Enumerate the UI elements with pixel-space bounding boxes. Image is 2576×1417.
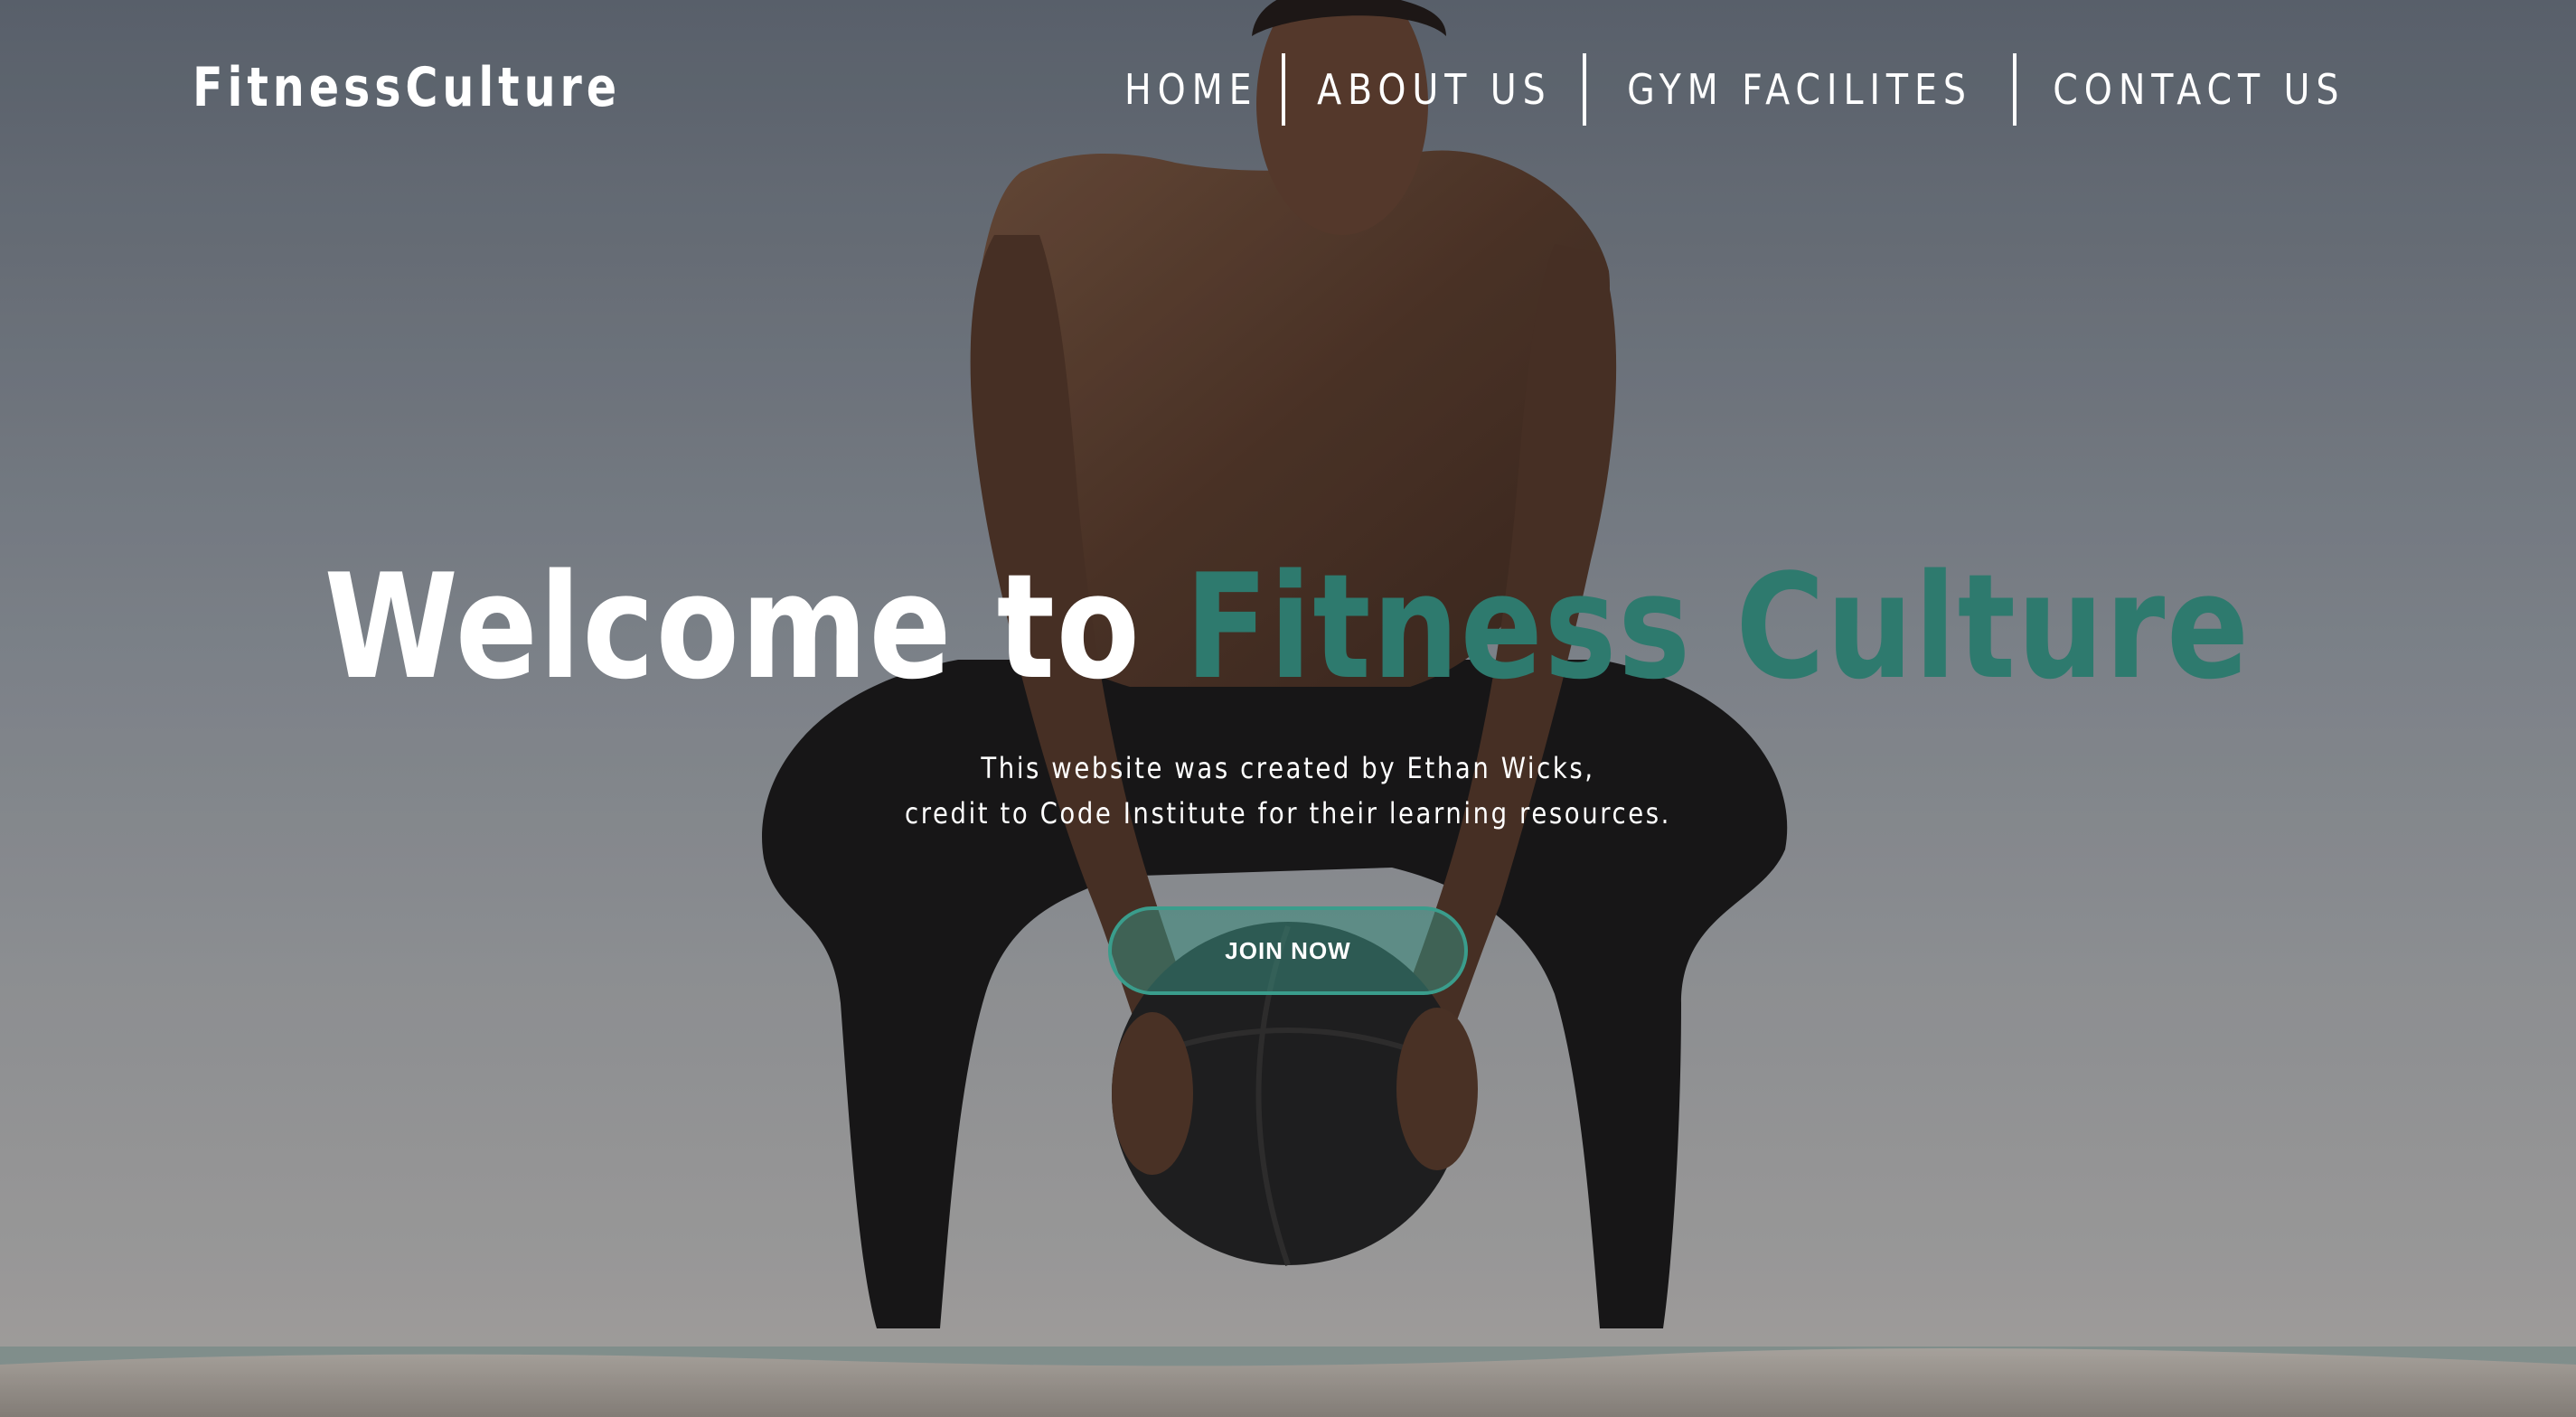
- nav-about-us[interactable]: ABOUT US: [1306, 52, 1563, 127]
- nav-contact-us[interactable]: CONTACT US: [2043, 52, 2356, 127]
- nav-home[interactable]: HOME: [1114, 52, 1269, 127]
- nav-divider: [1583, 53, 1587, 126]
- credit-line-1: This website was created by Ethan Wicks,: [981, 751, 1595, 785]
- hero-headline: Welcome to Fitness Culture: [205, 542, 2369, 711]
- nav-divider: [2013, 53, 2017, 126]
- nav-divider: [1281, 53, 1285, 126]
- join-now-button[interactable]: JOIN NOW: [1108, 906, 1468, 995]
- brand-logo[interactable]: FitnessCulture: [193, 56, 621, 119]
- nav-gym-facilities[interactable]: GYM FACILITES: [1616, 52, 1983, 127]
- main-nav: HOME ABOUT US GYM FACILITES CONTACT US: [1101, 52, 2382, 127]
- headline-accent: Fitness Culture: [1185, 542, 2251, 711]
- credit-line-2: credit to Code Institute for their learn…: [905, 796, 1671, 830]
- hero-credits: This website was created by Ethan Wicks,…: [181, 746, 2396, 836]
- headline-prefix: Welcome to: [324, 542, 1142, 711]
- hero-section: FitnessCulture HOME ABOUT US GYM FACILIT…: [0, 0, 2576, 1417]
